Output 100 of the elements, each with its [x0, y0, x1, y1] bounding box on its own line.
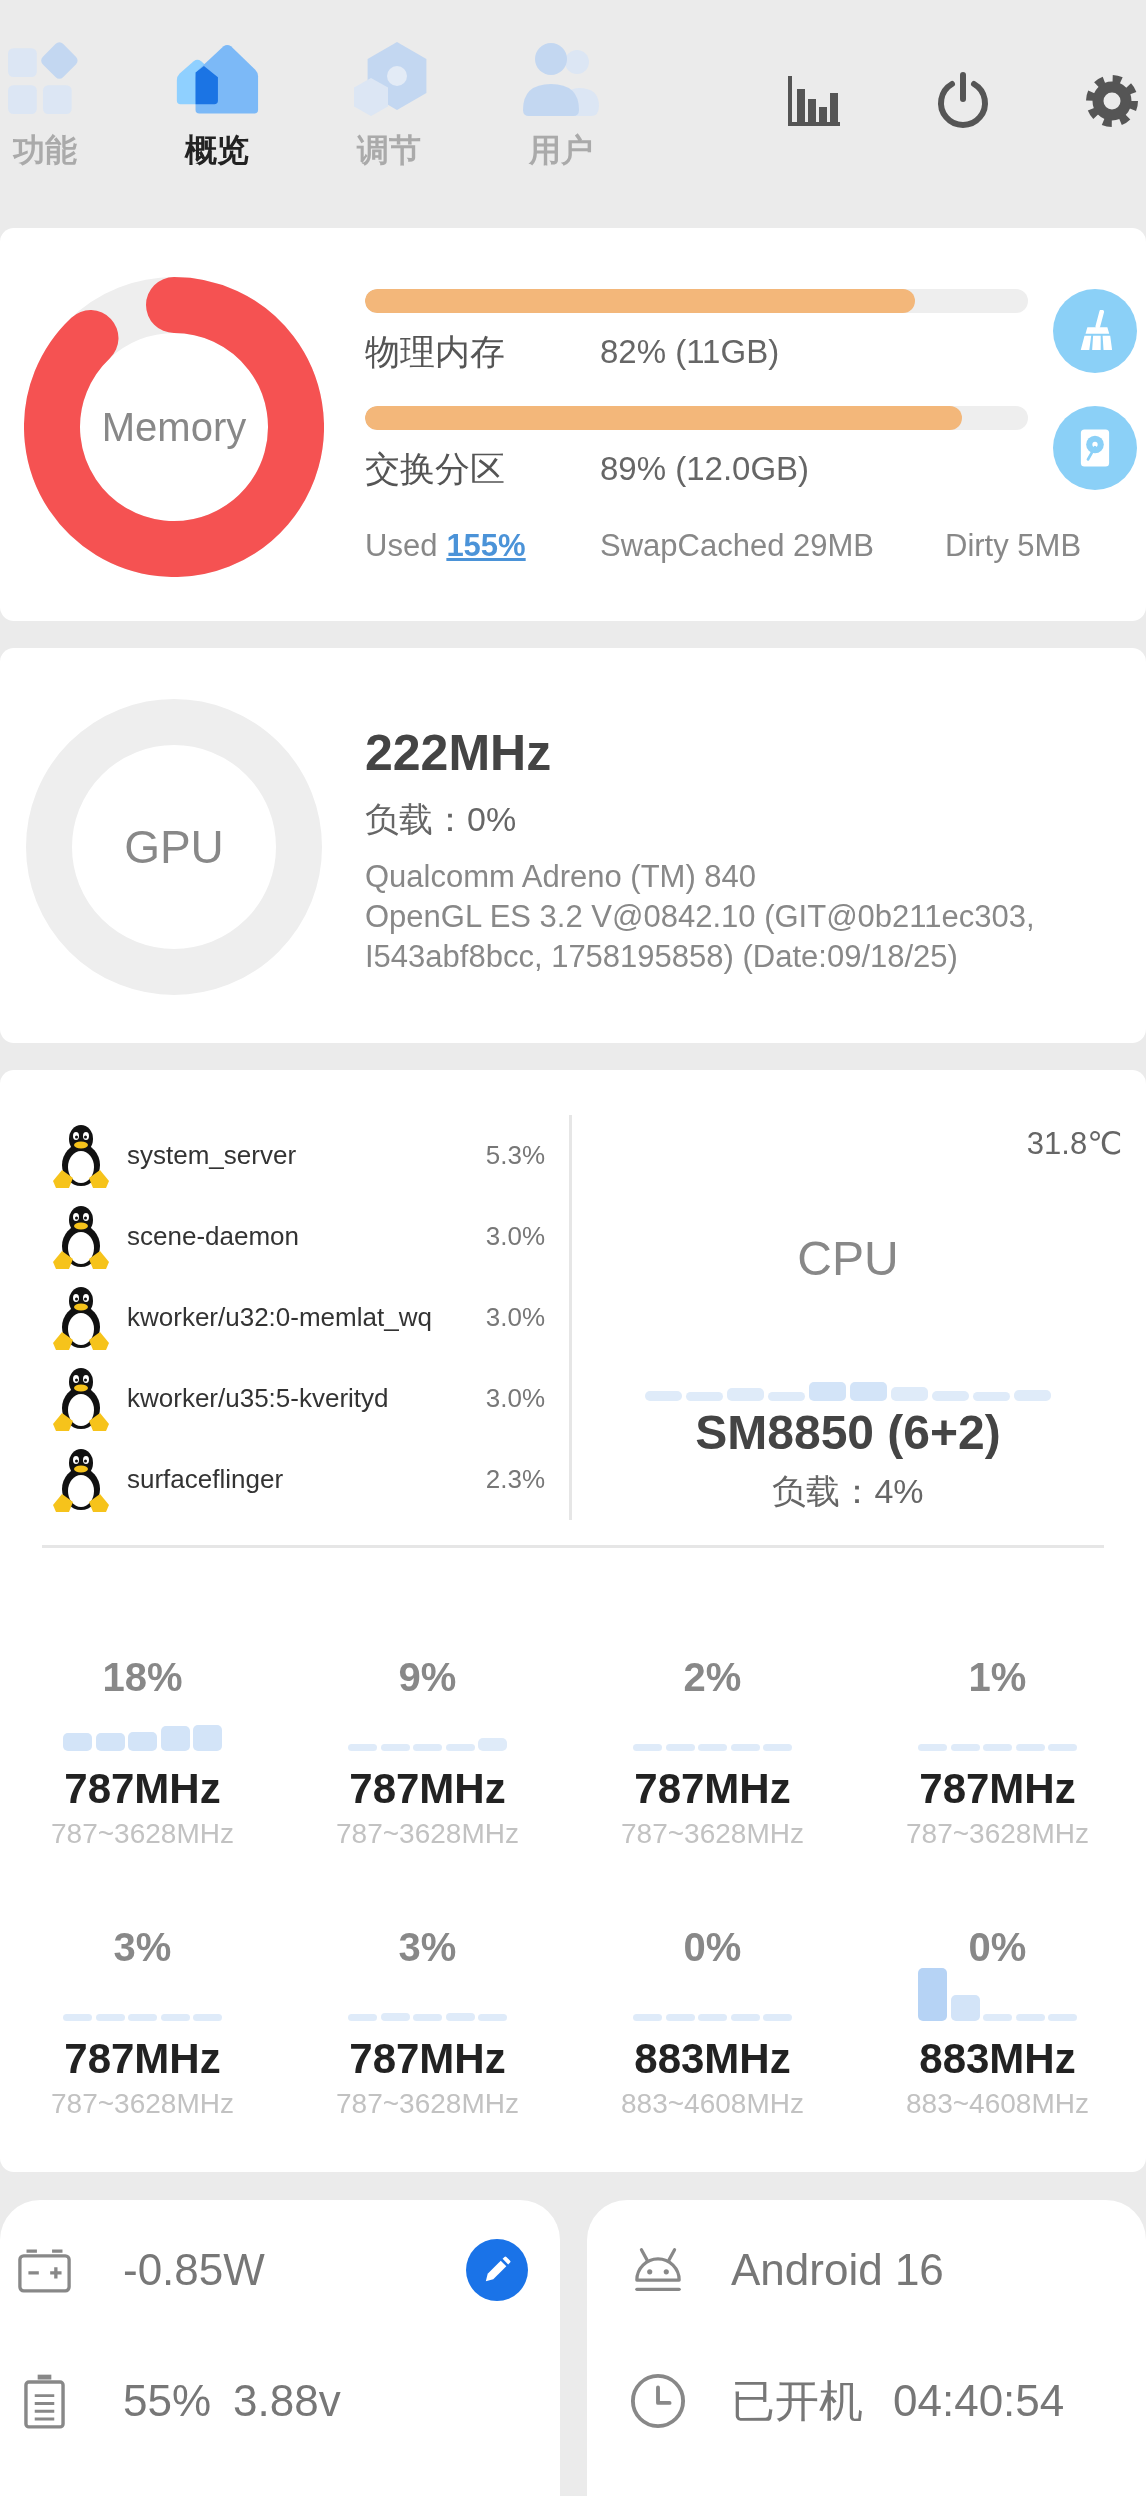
core-frequency: 787MHz	[64, 2034, 221, 2084]
ring-label: Memory	[101, 405, 247, 449]
history-bar	[1015, 1744, 1045, 1751]
power-icon[interactable]	[936, 72, 990, 130]
bar-chart-icon[interactable]	[787, 75, 841, 127]
gpu-driver-version: OpenGL ES 3.2 V@0842.10 (GIT@0b211ec303, I543abf8bcc, 1758195858) (Date:09/18/25)	[365, 898, 1036, 976]
core-frequency: 883MHz	[919, 2034, 1076, 2084]
core-usage: 3%	[113, 1927, 172, 1967]
battery-voltage: 3.88v	[233, 2376, 341, 2426]
cpu-label: CPU	[797, 1231, 899, 1287]
penguin-icon	[52, 1446, 110, 1513]
history-bar	[95, 2014, 125, 2021]
nav-tab[interactable]: 功能	[0, 40, 90, 168]
history-bar	[850, 1382, 887, 1401]
history-bar	[730, 1744, 760, 1751]
history-bar	[763, 1744, 792, 1751]
history-bar	[380, 1744, 410, 1751]
history-bar	[1014, 1390, 1051, 1401]
penguin-icon	[52, 1203, 110, 1270]
settings-icon[interactable]	[1085, 74, 1139, 128]
process-usage: 3.0%	[485, 1221, 545, 1252]
core-frequency-range: 787~3628MHz	[336, 1817, 519, 1851]
history-bar	[63, 1733, 92, 1751]
history-bar	[193, 2014, 222, 2021]
core-frequency: 787MHz	[634, 1764, 791, 1814]
penguin-icon	[52, 1365, 110, 1432]
nav-tab[interactable]: 调节	[344, 40, 434, 168]
history-bar	[768, 1392, 805, 1401]
core-frequency: 787MHz	[349, 1764, 506, 1814]
history-bar	[698, 2014, 727, 2021]
core-frequency-range: 787~3628MHz	[906, 1817, 1089, 1851]
history-bar	[348, 1744, 377, 1751]
power-draw: -0.85W	[123, 2245, 265, 2295]
history-bar	[478, 2014, 507, 2021]
process-name: scene-daemon	[127, 1221, 300, 1252]
core-usage: 0%	[968, 1927, 1027, 1967]
gpu-renderer: Qualcomm Adreno (TM) 840	[365, 858, 758, 896]
battery-level-icon	[24, 2373, 65, 2429]
history-bar	[160, 1726, 190, 1751]
history-bar	[918, 1744, 947, 1751]
history-bar	[950, 1744, 980, 1751]
core-frequency-range: 883~4608MHz	[906, 2087, 1089, 2121]
os-version: Android 16	[731, 2245, 944, 2295]
history-bar	[1048, 1744, 1077, 1751]
history-bar	[380, 2013, 410, 2021]
nav-tab[interactable]: 用户	[516, 40, 606, 168]
history-bar	[193, 1725, 222, 1751]
swap-cached-stat: SwapCached 29MB	[600, 528, 875, 564]
core-frequency: 787MHz	[64, 1764, 221, 1814]
android-icon	[632, 2247, 684, 2293]
process-usage: 3.0%	[485, 1383, 545, 1414]
gpu-load: 负载：0%	[365, 799, 518, 840]
process-usage: 5.3%	[485, 1140, 545, 1171]
ring-label: GPU	[124, 821, 224, 873]
battery-icon	[18, 2247, 71, 2293]
used-percent-link[interactable]: 155%	[446, 528, 526, 564]
history-bar	[950, 1995, 980, 2021]
meter-value: 82% (11GB)	[600, 333, 780, 371]
core-frequency-range: 787~3628MHz	[336, 2087, 519, 2121]
core-frequency-range: 787~3628MHz	[51, 1817, 234, 1851]
clock-icon	[630, 2373, 686, 2429]
core-frequency: 883MHz	[634, 2034, 791, 2084]
history-bar	[983, 1744, 1012, 1751]
history-bar	[633, 2014, 662, 2021]
process-name: kworker/u32:0-memlat_wq	[127, 1302, 433, 1333]
history-bar	[932, 1391, 969, 1401]
uptime-label: 已开机	[731, 2374, 863, 2427]
penguin-icon	[52, 1284, 110, 1351]
pencil-icon	[483, 2256, 511, 2284]
penguin-icon	[52, 1122, 110, 1189]
history-bar	[698, 1744, 727, 1751]
history-bar	[445, 2013, 475, 2021]
nav-tab[interactable]: 概览	[172, 40, 262, 168]
dirty-stat: Dirty 5MB	[945, 528, 1082, 564]
history-bar	[128, 2014, 157, 2021]
process-name: system_server	[127, 1140, 298, 1171]
core-frequency-range: 787~3628MHz	[621, 1817, 804, 1851]
hard-drive-icon	[1080, 428, 1110, 468]
history-bar	[128, 1732, 157, 1751]
process-usage: 2.3%	[485, 1464, 545, 1495]
history-bar	[891, 1387, 928, 1401]
history-bar	[973, 1392, 1010, 1401]
history-bar	[63, 2014, 92, 2021]
history-bar	[1015, 2014, 1045, 2021]
history-bar	[730, 2014, 760, 2021]
meter-value: 89% (12.0GB)	[600, 450, 810, 488]
process-usage: 3.0%	[485, 1302, 545, 1333]
history-bar	[686, 1392, 723, 1401]
core-usage: 1%	[968, 1657, 1027, 1697]
history-bar	[478, 1738, 507, 1751]
history-bar	[763, 2014, 792, 2021]
history-bar	[727, 1388, 764, 1401]
core-usage: 2%	[683, 1657, 742, 1697]
history-bar	[809, 1382, 846, 1401]
meter-label: 交换分区	[365, 447, 506, 490]
meter-label: 物理内存	[365, 330, 506, 373]
history-bar	[918, 1968, 947, 2021]
core-usage: 9%	[398, 1657, 457, 1697]
history-bar	[645, 1391, 682, 1401]
history-bar	[413, 2014, 442, 2021]
